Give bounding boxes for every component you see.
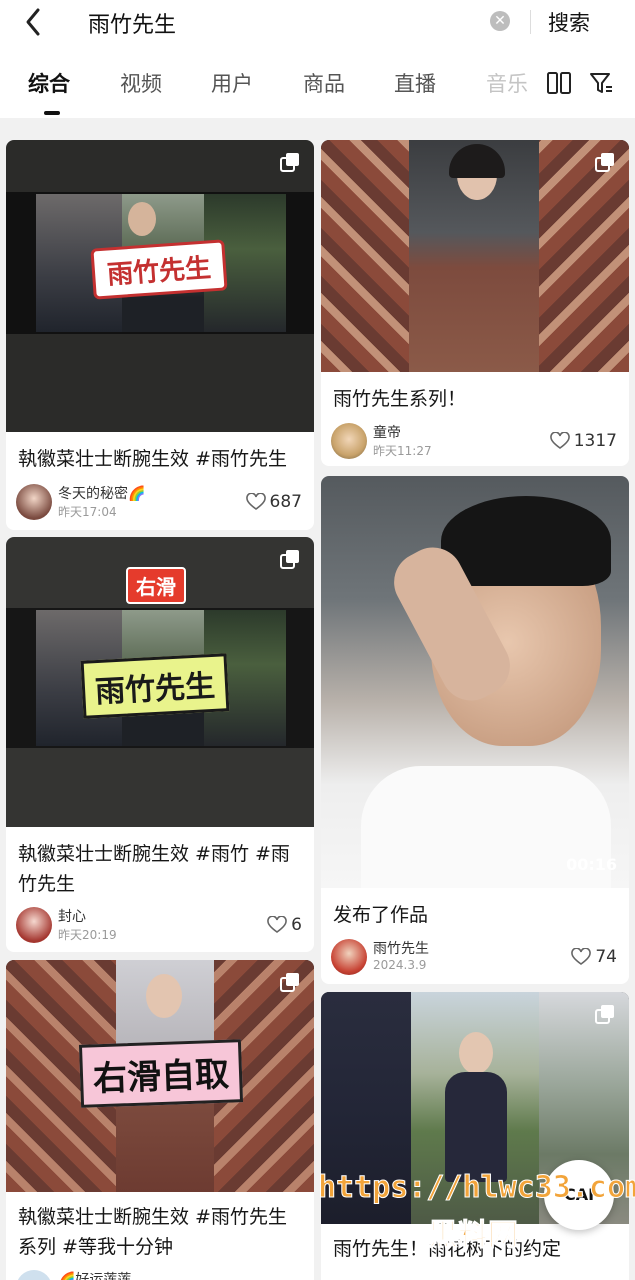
like-button[interactable]: 74 xyxy=(571,947,617,967)
card-title: 執徽菜壮士断腕生效 #雨竹 #雨 竹先生 xyxy=(18,839,290,899)
avatar[interactable] xyxy=(16,1270,52,1280)
author-row: 封心 昨天20:19 6 xyxy=(16,907,304,945)
video-thumbnail: 右滑 雨竹先生 xyxy=(6,537,314,827)
tab-video[interactable]: 视频 xyxy=(120,68,162,98)
author-row: 冬天的秘密🌈 昨天17:04 687 xyxy=(16,484,304,522)
post-time: 2024.3.9 xyxy=(373,958,427,972)
multi-image-icon xyxy=(280,550,299,569)
clear-icon[interactable]: ✕ xyxy=(490,11,510,31)
search-button[interactable]: 搜索 xyxy=(548,7,590,37)
video-thumbnail xyxy=(321,140,629,372)
post-time: 昨天17:04 xyxy=(58,505,117,519)
heart-icon xyxy=(571,948,592,965)
grid-layout-icon[interactable] xyxy=(546,70,572,96)
avatar[interactable] xyxy=(16,907,52,943)
video-card[interactable]: 右滑自取 執徽菜壮士断腕生效 #雨竹先生 系列 #等我十分钟 🌈好运莲莲 xyxy=(6,960,314,1280)
post-time: 昨天11:27 xyxy=(373,444,432,458)
author-name[interactable]: 雨竹先生 xyxy=(373,938,429,958)
card-title-line: 系列 #等我十分钟 xyxy=(18,1236,173,1258)
top-bar: 雨竹先生 ✕ 搜索 综合 视频 用户 商品 直播 音乐 xyxy=(0,0,635,118)
video-card[interactable]: 右滑 雨竹先生 執徽菜壮士断腕生效 #雨竹 #雨 竹先生 封心 昨天20:19 … xyxy=(6,537,314,952)
video-duration: 00:16 xyxy=(566,855,617,874)
cai-badge[interactable]: CAI xyxy=(544,1160,614,1230)
card-title-line: 執徽菜壮士断腕生效 #雨竹先生 xyxy=(18,1206,287,1228)
card-title: 雨竹先生！雨花树下的约定 xyxy=(333,1238,562,1260)
multi-image-icon xyxy=(595,153,614,172)
like-count: 6 xyxy=(291,915,302,935)
like-count: 1317 xyxy=(573,431,617,451)
tab-comprehensive[interactable]: 综合 xyxy=(28,68,70,98)
tab-music[interactable]: 音乐 xyxy=(486,68,528,98)
thumbnail-caption: 雨竹先生 xyxy=(80,653,230,719)
post-time: 昨天20:19 xyxy=(58,928,117,942)
like-button[interactable]: 1317 xyxy=(549,431,617,451)
author-row: 🌈好运莲莲 xyxy=(16,1270,304,1280)
divider xyxy=(530,10,531,34)
filter-icon[interactable] xyxy=(588,70,614,96)
video-card[interactable]: 00:16 发布了作品 雨竹先生 2024.3.9 74 xyxy=(321,476,629,984)
video-card[interactable]: 雨竹先生 執徽菜壮士断腕生效 #雨竹先生 冬天的秘密🌈 昨天17:04 687 xyxy=(6,140,314,530)
heart-icon xyxy=(267,916,287,933)
thumbnail-badge: 右滑 xyxy=(126,567,186,604)
author-row: 雨竹先生 2024.3.9 74 xyxy=(331,939,619,977)
tab-live[interactable]: 直播 xyxy=(394,68,436,98)
video-thumbnail: 雨竹先生 xyxy=(6,140,314,432)
tab-products[interactable]: 商品 xyxy=(303,68,345,98)
like-count: 687 xyxy=(269,492,302,512)
multi-image-icon xyxy=(280,973,299,992)
video-thumbnail: 00:16 xyxy=(321,476,629,888)
heart-icon xyxy=(245,493,266,510)
like-count: 74 xyxy=(595,947,617,967)
back-arrow-icon[interactable] xyxy=(20,4,48,40)
card-title: 雨竹先生系列！ xyxy=(333,388,467,410)
author-name[interactable]: 🌈好运莲莲 xyxy=(58,1269,131,1280)
search-box[interactable]: 雨竹先生 ✕ 搜索 xyxy=(68,0,612,48)
like-button[interactable]: 6 xyxy=(267,915,302,935)
author-row: 童帝 昨天11:27 1317 xyxy=(331,423,619,461)
author-name[interactable]: 冬天的秘密🌈 xyxy=(58,483,145,503)
author-name[interactable]: 童帝 xyxy=(373,422,401,442)
like-button[interactable]: 687 xyxy=(245,492,302,512)
card-title-line: 執徽菜壮士断腕生效 #雨竹 #雨 xyxy=(18,843,290,865)
active-tab-indicator xyxy=(44,111,60,115)
card-title: 執徽菜壮士断腕生效 #雨竹先生 xyxy=(18,448,287,470)
thumbnail-caption: 右滑自取 xyxy=(78,1039,244,1108)
card-title-line: 竹先生 xyxy=(18,873,76,895)
avatar[interactable] xyxy=(16,484,52,520)
tab-users[interactable]: 用户 xyxy=(211,68,253,98)
multi-image-icon xyxy=(280,153,299,172)
video-thumbnail: 右滑自取 xyxy=(6,960,314,1192)
avatar[interactable] xyxy=(331,423,367,459)
card-title: 发布了作品 xyxy=(333,904,429,926)
thumbnail-caption: 雨竹先生 xyxy=(90,239,228,300)
search-input[interactable]: 雨竹先生 xyxy=(88,7,176,39)
author-name[interactable]: 封心 xyxy=(58,906,86,926)
card-title: 執徽菜壮士断腕生效 #雨竹先生 系列 #等我十分钟 xyxy=(18,1202,287,1262)
avatar[interactable] xyxy=(331,939,367,975)
multi-image-icon xyxy=(595,1005,614,1024)
category-tabs: 综合 视频 用户 商品 直播 音乐 xyxy=(0,68,635,115)
heart-icon xyxy=(549,432,570,449)
video-card[interactable]: 雨竹先生系列！ 童帝 昨天11:27 1317 xyxy=(321,140,629,466)
video-card[interactable]: 雨竹先生！雨花树下的约定 xyxy=(321,992,629,1280)
